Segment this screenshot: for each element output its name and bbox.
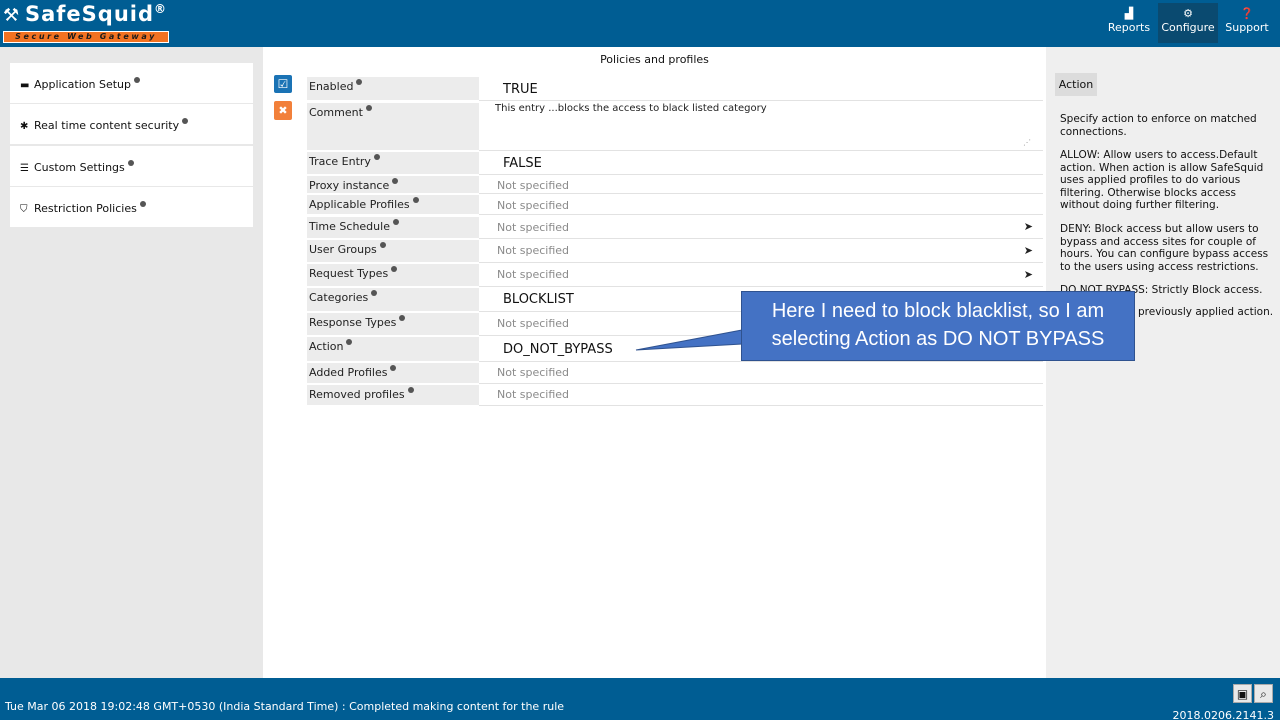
send-icon[interactable]: ➤ [1024, 268, 1033, 281]
annotation-callout: Here I need to block blacklist, so I am … [741, 291, 1135, 361]
shield-icon: ⛉ [20, 204, 28, 215]
delete-entry-button[interactable]: ✖ [274, 101, 292, 120]
search-button[interactable]: ⌕ [1254, 684, 1273, 703]
floppy-icon: ▣ [1236, 687, 1249, 701]
info-icon [390, 365, 397, 371]
bug-icon: ✱ [20, 121, 29, 132]
logo-registered-mark: ® [154, 2, 168, 16]
info-icon [407, 387, 414, 393]
field-label-trace-entry: Trace Entry [307, 152, 479, 174]
sidebar-item-label: Custom Settings [34, 161, 125, 174]
send-icon[interactable]: ➤ [1024, 220, 1033, 233]
field-time-schedule-value[interactable]: Not specified ➤ [479, 216, 1043, 239]
logo-tagline: Secure Web Gateway [3, 31, 169, 43]
nav-configure-label: Configure [1161, 21, 1215, 34]
info-icon [127, 160, 134, 166]
help-paragraph: DENY: Block access but allow users to by… [1060, 223, 1269, 273]
field-label-time-schedule: Time Schedule [307, 217, 479, 238]
info-icon [133, 77, 140, 83]
sidebar-item-label: Restriction Policies [34, 202, 137, 215]
field-request-types-value[interactable]: Not specified ➤ [479, 263, 1043, 287]
search-icon: ⌕ [1260, 687, 1267, 701]
sidebar-item-custom-settings[interactable]: ☰ Custom Settings [10, 146, 253, 186]
question-icon: ❓ [1240, 7, 1254, 20]
help-panel [1046, 47, 1280, 678]
info-icon [182, 118, 189, 124]
sidebar-item-restriction-policies[interactable]: ⛉ Restriction Policies [10, 187, 253, 227]
info-icon [356, 79, 363, 85]
field-trace-entry-value[interactable]: FALSE [479, 151, 1043, 175]
help-paragraph: Specify action to enforce on matched con… [1060, 113, 1257, 138]
field-comment-value: This entry ...blocks the access to black… [479, 101, 1043, 151]
field-label-removed-profiles: Removed profiles [307, 385, 479, 405]
callout-line: selecting Action as DO NOT BYPASS [771, 328, 1105, 350]
field-proxy-instance-value[interactable]: Not specified [479, 175, 1043, 194]
info-icon [412, 197, 419, 203]
field-added-profiles-value[interactable]: Not specified [479, 362, 1043, 384]
safesquid-logo[interactable]: ⚒ SafeSquid® Secure Web Gateway [3, 2, 169, 44]
comment-textarea[interactable]: This entry ...blocks the access to black… [495, 103, 1035, 147]
page-title: Policies and profiles [600, 53, 709, 66]
status-bar: Tue Mar 06 2018 19:02:48 GMT+0530 (India… [0, 678, 1280, 720]
version-label: 2018.0206.2141.3 [1172, 709, 1274, 720]
info-icon [346, 339, 353, 345]
sidebar-item-application-setup[interactable]: ▬ Application Setup [10, 63, 253, 103]
resize-grip-icon[interactable]: ⋰ [1023, 138, 1031, 147]
field-label-action: Action [307, 337, 479, 361]
field-label-applicable-profiles: Applicable Profiles [307, 195, 479, 214]
nav-reports[interactable]: ▟ Reports [1102, 3, 1156, 43]
field-label-request-types: Request Types [307, 264, 479, 286]
field-label-comment: Comment [307, 103, 479, 150]
field-label-added-profiles: Added Profiles [307, 363, 479, 383]
nav-support-label: Support [1225, 21, 1269, 34]
info-icon [392, 219, 399, 225]
info-icon [373, 154, 380, 160]
briefcase-icon: ▬ [20, 80, 30, 91]
field-label-categories: Categories [307, 288, 479, 311]
save-entry-button[interactable]: ☑ [274, 75, 292, 93]
close-icon: ✖ [278, 104, 288, 117]
sidebar-item-real-time-content-security[interactable]: ✱ Real time content security [10, 104, 253, 144]
help-paragraph: previously applied action. [1138, 306, 1274, 318]
info-icon [365, 105, 372, 111]
chart-icon: ▟ [1124, 7, 1134, 20]
field-enabled-value[interactable]: TRUE [479, 77, 1043, 101]
nav-support[interactable]: ❓ Support [1220, 3, 1274, 43]
logo-brand: SafeSquid [25, 2, 155, 26]
info-icon [399, 315, 406, 321]
status-message: Tue Mar 06 2018 19:02:48 GMT+0530 (India… [5, 700, 565, 713]
sidebar-item-label: Application Setup [34, 78, 131, 91]
help-tab-action[interactable]: Action [1055, 73, 1097, 96]
field-user-groups-value[interactable]: Not specified ➤ [479, 239, 1043, 263]
field-label-proxy-instance: Proxy instance [307, 176, 479, 193]
info-icon [392, 178, 399, 184]
save-button[interactable]: ▣ [1233, 684, 1252, 703]
field-label-user-groups: User Groups [307, 240, 479, 262]
nav-reports-label: Reports [1107, 21, 1151, 34]
info-icon [391, 266, 398, 272]
help-paragraph: ALLOW: Allow users to access.Default act… [1060, 149, 1264, 211]
info-icon [379, 242, 386, 248]
field-applicable-profiles-value[interactable]: Not specified [479, 194, 1043, 215]
field-removed-profiles-value[interactable]: Not specified [479, 384, 1043, 406]
cogs-icon: ⚙ [1183, 7, 1193, 20]
nav-configure[interactable]: ⚙ Configure [1158, 3, 1218, 43]
logo-wrench-icon: ⚒ [3, 5, 21, 26]
field-label-enabled: Enabled [307, 77, 479, 100]
sidebar-item-label: Real time content security [34, 119, 180, 132]
info-icon [371, 290, 378, 296]
check-square-icon: ☑ [277, 77, 289, 91]
callout-line: Here I need to block blacklist, so I am [771, 300, 1105, 322]
send-icon[interactable]: ➤ [1024, 244, 1033, 257]
sliders-icon: ☰ [20, 163, 29, 174]
top-bar: ⚒ SafeSquid® Secure Web Gateway ▟ Reports… [0, 0, 1280, 47]
info-icon [139, 201, 146, 207]
field-label-response-types: Response Types [307, 313, 479, 335]
